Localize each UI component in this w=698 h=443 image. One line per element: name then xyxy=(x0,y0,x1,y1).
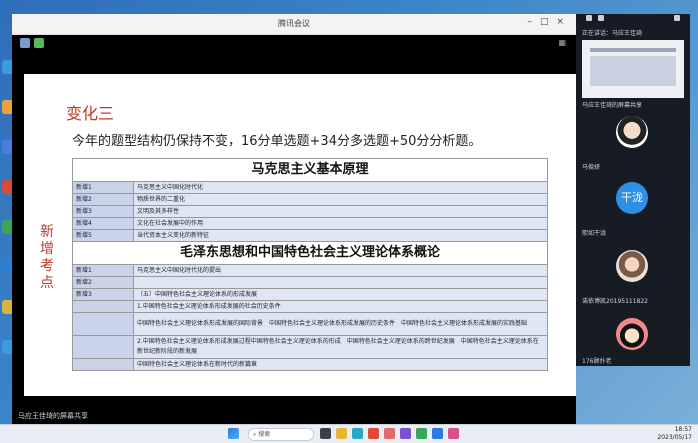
slide-title: 变化三 xyxy=(66,104,115,123)
table-row: 新增1 马克思主义中国化时代化的提出 xyxy=(72,264,548,277)
task-view-icon[interactable] xyxy=(320,428,331,439)
row-key xyxy=(72,300,134,313)
window-controls[interactable]: –□× xyxy=(527,17,572,27)
slide-subtitle: 今年的题型结构仍保持不变，16分单选题+34分多选题+50分分析题。 xyxy=(72,134,482,149)
app-icon[interactable] xyxy=(416,428,427,439)
speaking-label: 正在讲话：马应王佳琦 xyxy=(582,30,643,37)
minimize-icon[interactable]: – xyxy=(527,17,540,27)
row-key: 新增2 xyxy=(72,276,134,289)
taskbar-clock[interactable]: 18:57 2023/05/17 xyxy=(657,426,692,442)
participant-avatar[interactable] xyxy=(616,250,648,282)
row-value: 马克思主义中国化时代化的提出 xyxy=(133,264,548,277)
clock-date: 2023/05/17 xyxy=(657,434,692,441)
row-value: 当代资本主义变化的新特征 xyxy=(133,229,548,242)
table-row: 1.中国特色社会主义理论体系形成发展的社会历史条件 xyxy=(72,300,548,313)
table-heading: 毛泽东思想和中国特色社会主义理论体系概论 xyxy=(72,241,548,265)
participant-avatar[interactable] xyxy=(616,318,648,350)
search-label: 搜索 xyxy=(258,431,271,438)
row-key: 新增2 xyxy=(72,193,134,206)
meeting-statusbar: 马应王佳琦的屏幕共享 xyxy=(12,406,576,426)
edge-icon[interactable] xyxy=(352,428,363,439)
table-row: 新增2 xyxy=(72,276,548,289)
close-icon[interactable]: × xyxy=(556,17,572,27)
row-value: 文化在社会发展中的作用 xyxy=(133,217,548,230)
windows-taskbar: ⌕ 搜索 18:57 2023/05/17 xyxy=(0,424,698,443)
avatar-initials: 干泷 xyxy=(621,191,643,204)
participant-name: 马应王佳琦的屏幕共享 xyxy=(582,102,643,109)
row-value: 中国特色社会主义理论体系在新时代的新篇章 xyxy=(133,358,548,371)
app-icon[interactable] xyxy=(384,428,395,439)
participant-avatar[interactable]: 干泷 xyxy=(616,182,648,214)
participant-avatar[interactable] xyxy=(616,116,648,148)
more-icon[interactable] xyxy=(674,15,680,21)
row-value: 2.中国特色社会主义理论体系形成发展过程中国特色社会主义理论体系的形成 中国特色… xyxy=(133,335,548,359)
table-row: 新增1 马克思主义中国化时代化 xyxy=(72,181,548,194)
maximize-icon[interactable]: □ xyxy=(540,17,557,27)
grid-view-icon[interactable] xyxy=(586,15,592,21)
clock-time: 18:57 xyxy=(674,426,692,433)
meeting-toolbar: ▦ xyxy=(12,35,576,51)
thumbnail-table xyxy=(590,56,676,86)
row-key xyxy=(72,358,134,371)
table-row: 2.中国特色社会主义理论体系形成发展过程中国特色社会主义理论体系的形成 中国特色… xyxy=(72,335,548,359)
screen-share-thumbnail[interactable] xyxy=(582,40,684,98)
thumbnail-line xyxy=(590,48,676,52)
row-value: 马克思主义中国化时代化 xyxy=(133,181,548,194)
row-value xyxy=(133,276,548,289)
row-value: 文明及其多样性 xyxy=(133,205,548,218)
search-icon: ⌕ xyxy=(253,431,257,438)
signal-icon xyxy=(34,38,44,48)
share-status-text: 马应王佳琦的屏幕共享 xyxy=(18,412,88,420)
file-explorer-icon[interactable] xyxy=(336,428,347,439)
row-key: 新增3 xyxy=(72,205,134,218)
list-view-icon[interactable] xyxy=(598,15,604,21)
row-value: 1.中国特色社会主义理论体系形成发展的社会历史条件 xyxy=(133,300,548,313)
row-key: 新增1 xyxy=(72,181,134,194)
participant-name: 马俊妍 xyxy=(582,164,601,171)
table-heading-row: 毛泽东思想和中国特色社会主义理论体系概论 xyxy=(72,241,548,265)
panel-toolbar xyxy=(576,14,690,24)
side-label: 新增考点 xyxy=(40,224,54,291)
table-row: 中国特色社会主义理论体系在新时代的新篇章 xyxy=(72,358,548,371)
meeting-window: 腾讯会议 –□× ▦ 变化三 今年的题型结构仍保持不变，16分单选题+34分多选… xyxy=(12,14,576,426)
app-icon[interactable] xyxy=(400,428,411,439)
meeting-info-icon[interactable] xyxy=(20,38,30,48)
view-toggle-icon[interactable]: ▦ xyxy=(558,38,566,47)
start-icon[interactable] xyxy=(228,428,239,439)
table-row: 新增4 文化在社会发展中的作用 xyxy=(72,217,548,230)
tencent-meeting-icon[interactable] xyxy=(432,428,443,439)
table-row: 新增2 物质世界的二重化 xyxy=(72,193,548,206)
row-key: 新增3 xyxy=(72,288,134,301)
table-heading-row: 马克思主义基本原理 xyxy=(72,158,548,182)
exam-points-table: 马克思主义基本原理 新增1 马克思主义中国化时代化 新增2 物质世界的二重化 新增3… xyxy=(72,158,548,371)
table-row: 新增3 文明及其多样性 xyxy=(72,205,548,218)
row-key xyxy=(72,335,134,359)
row-key: 新增1 xyxy=(72,264,134,277)
table-row: 新增5 当代资本主义变化的新特征 xyxy=(72,229,548,242)
row-key xyxy=(72,312,134,336)
table-row: 中国特色社会主义理论体系形成发展的国际背景 中国特色社会主义理论体系形成发展的历… xyxy=(72,312,548,336)
row-value: 中国特色社会主义理论体系形成发展的国际背景 中国特色社会主义理论体系形成发展的历… xyxy=(133,312,548,336)
wps-icon[interactable] xyxy=(368,428,379,439)
participant-name: 诺依博凯20195111822 xyxy=(582,298,648,305)
table-row: 新增3 （五）中国特色社会主义理论体系的形成发展 xyxy=(72,288,548,301)
table-heading: 马克思主义基本原理 xyxy=(72,158,548,182)
participants-panel: 正在讲话：马应王佳琦 马应王佳琦的屏幕共享 马俊妍 干泷 熙如干泷 诺依博凯20… xyxy=(576,14,690,366)
window-titlebar[interactable]: 腾讯会议 –□× xyxy=(12,14,576,35)
row-key: 新增4 xyxy=(72,217,134,230)
shared-screen-slide: 变化三 今年的题型结构仍保持不变，16分单选题+34分多选题+50分分析题。 新… xyxy=(24,74,576,396)
row-value: 物质世界的二重化 xyxy=(133,193,548,206)
app-icon[interactable] xyxy=(448,428,459,439)
participant-name: 176顾扑老 xyxy=(582,358,612,365)
participant-name: 熙如干泷 xyxy=(582,230,607,237)
window-title: 腾讯会议 xyxy=(278,19,310,28)
taskbar-search[interactable]: ⌕ 搜索 xyxy=(248,428,314,441)
row-value: （五）中国特色社会主义理论体系的形成发展 xyxy=(133,288,548,301)
row-key: 新增5 xyxy=(72,229,134,242)
